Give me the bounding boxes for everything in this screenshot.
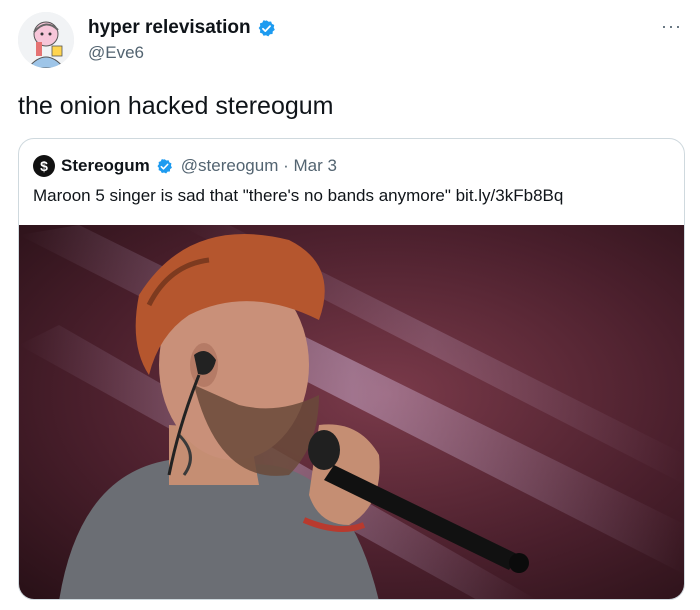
verified-badge-icon <box>258 19 275 36</box>
quoted-author-name[interactable]: Stereogum <box>61 156 150 176</box>
author-display-name[interactable]: hyper relevisation <box>88 17 251 39</box>
person-illustration-avatar-icon <box>18 12 74 68</box>
tweet-card[interactable]: hyper relevisation @Eve6 ··· the onion h… <box>0 0 700 610</box>
quoted-author-avatar[interactable]: $ <box>33 155 55 177</box>
singer-photo-image <box>19 225 684 599</box>
more-options-icon[interactable]: ··· <box>661 16 682 37</box>
quoted-tweet[interactable]: $ Stereogum @stereogum · Mar 3 Maroon 5 … <box>18 138 685 600</box>
author-handle[interactable]: @Eve6 <box>88 43 276 63</box>
quoted-handle-date[interactable]: @stereogum · Mar 3 <box>181 156 337 176</box>
verified-badge-icon <box>157 158 172 174</box>
quoted-tweet-text: Maroon 5 singer is sad that "there's no … <box>33 186 564 205</box>
quoted-media[interactable] <box>19 225 684 599</box>
author-info: hyper relevisation @Eve6 <box>88 17 276 63</box>
tweet-text: the onion hacked stereogum <box>18 92 334 120</box>
author-avatar[interactable] <box>18 12 74 68</box>
quoted-tweet-header: $ Stereogum @stereogum · Mar 3 <box>33 155 337 177</box>
